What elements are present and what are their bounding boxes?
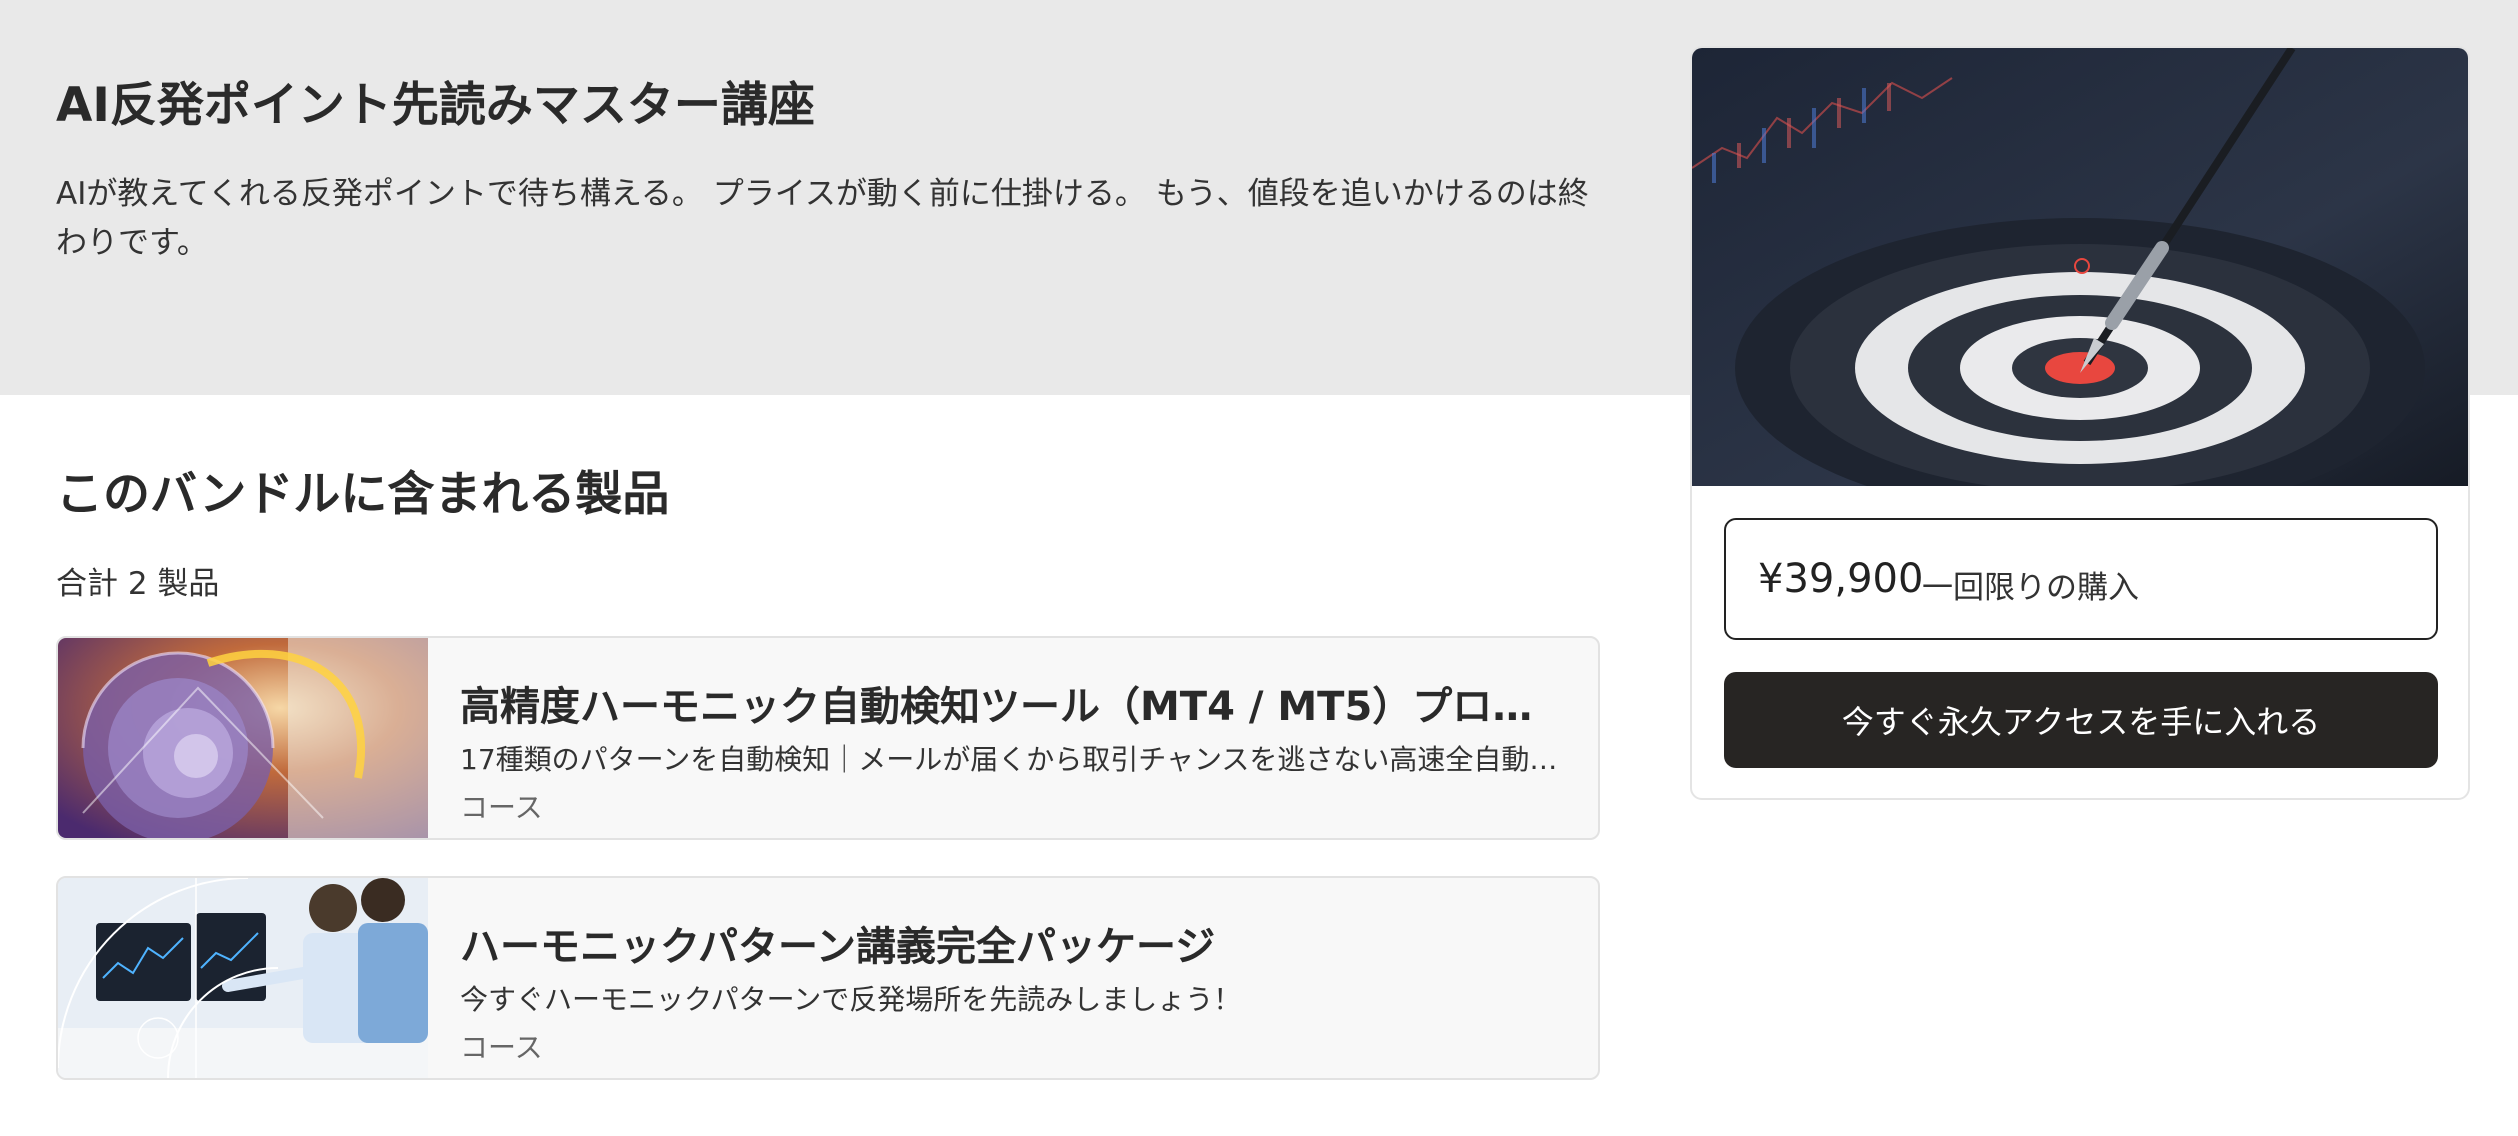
course-title: AI反発ポイント先読みマスター講座 <box>56 78 815 133</box>
product-card-harmonic-tool[interactable]: 高精度ハーモニック自動検知ツール（MT4 / MT5）プロフェッショナル版 17… <box>56 636 1600 840</box>
product-description: 今すぐハーモニックパターンで反発場所を先読みしましょう！ <box>460 983 1242 1016</box>
product-description: 17種類のパターンを自動検知｜メールが届くから取引チャンスを逃さない高速全自動ハ… <box>460 743 1570 776</box>
price-option[interactable]: ¥39,900 一回限りの購入 <box>1724 518 2438 640</box>
product-type-label: コース <box>460 791 543 824</box>
price-purchase-type: 一回限りの購入 <box>1922 570 2139 606</box>
product-thumbnail-nautilus-image <box>58 638 428 838</box>
product-card-harmonic-lectures[interactable]: ハーモニックパターン講義完全パッケージ 今すぐハーモニックパターンで反発場所を先… <box>56 876 1600 1080</box>
product-type-label: コース <box>460 1031 543 1064</box>
product-title[interactable]: ハーモニックパターン講義完全パッケージ <box>460 914 1570 972</box>
dart-target-image <box>1692 48 2468 486</box>
bundle-heading: このバンドルに含まれる製品 <box>56 467 670 522</box>
course-description: AIが教えてくれる反発ポイントで待ち構える。 プライスが動く前に仕掛ける。 もう… <box>56 176 1589 261</box>
buy-now-button[interactable]: 今すぐ永久アクセスを手に入れる <box>1724 672 2438 768</box>
price-amount: ¥39,900 <box>1758 556 1924 602</box>
purchase-card: ¥39,900 一回限りの購入 今すぐ永久アクセスを手に入れる <box>1690 46 2470 800</box>
product-title[interactable]: 高精度ハーモニック自動検知ツール（MT4 / MT5）プロフェッショナル版 <box>460 674 1570 732</box>
bundle-total-count: 合計 2 製品 <box>56 566 220 602</box>
product-thumbnail-traders-image <box>58 878 428 1078</box>
